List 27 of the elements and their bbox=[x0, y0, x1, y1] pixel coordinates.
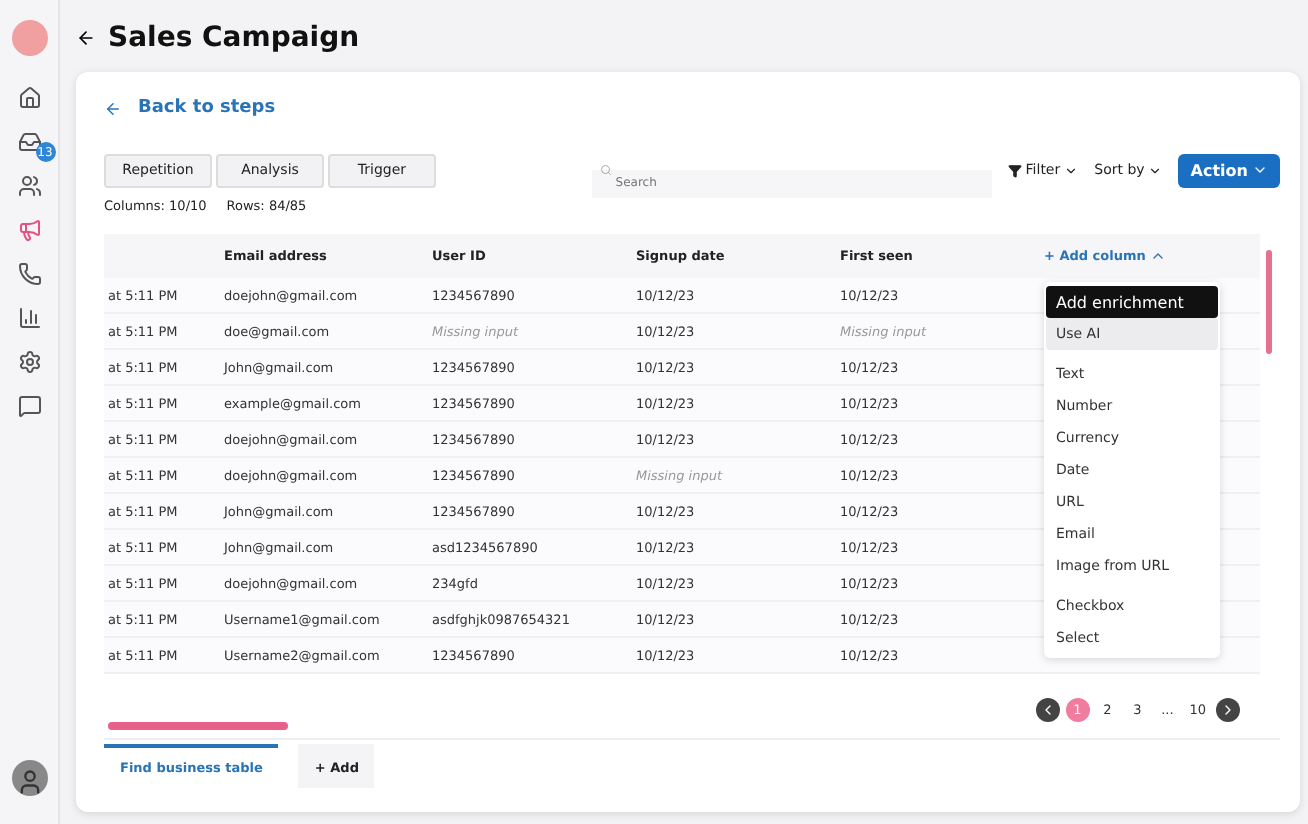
phone-icon bbox=[17, 262, 41, 286]
chevron-up-icon bbox=[1149, 248, 1166, 264]
chat-icon bbox=[17, 394, 41, 418]
menu-item[interactable]: Add enrichment bbox=[1046, 286, 1218, 318]
home-icon bbox=[17, 86, 41, 110]
megaphone-icon bbox=[17, 218, 41, 242]
caret-icon bbox=[1252, 162, 1268, 178]
inbox-icon bbox=[17, 130, 41, 154]
people-icon bbox=[17, 174, 41, 198]
filter-icon bbox=[1007, 163, 1022, 177]
settings-icon bbox=[17, 350, 41, 374]
user-avatar[interactable] bbox=[11, 760, 47, 796]
back-link[interactable]: Back to steps bbox=[138, 98, 276, 118]
back-icon[interactable] bbox=[76, 28, 96, 48]
next-page-button[interactable] bbox=[1216, 698, 1240, 722]
previous-page-button[interactable] bbox=[1035, 698, 1060, 722]
back-arrow-icon[interactable] bbox=[104, 99, 122, 117]
person-icon bbox=[15, 768, 43, 796]
action-button[interactable]: Action bbox=[1178, 153, 1280, 187]
chevron-right-icon bbox=[1220, 702, 1236, 718]
bar-chart-icon bbox=[17, 306, 41, 330]
scrollbar-thumb[interactable] bbox=[108, 722, 288, 730]
caret-icon bbox=[1148, 163, 1163, 177]
page-title: Sales Campaign bbox=[108, 22, 360, 54]
caret-icon bbox=[1064, 163, 1079, 177]
scrollbar-thumb[interactable] bbox=[1266, 250, 1272, 354]
search-icon bbox=[599, 164, 612, 176]
